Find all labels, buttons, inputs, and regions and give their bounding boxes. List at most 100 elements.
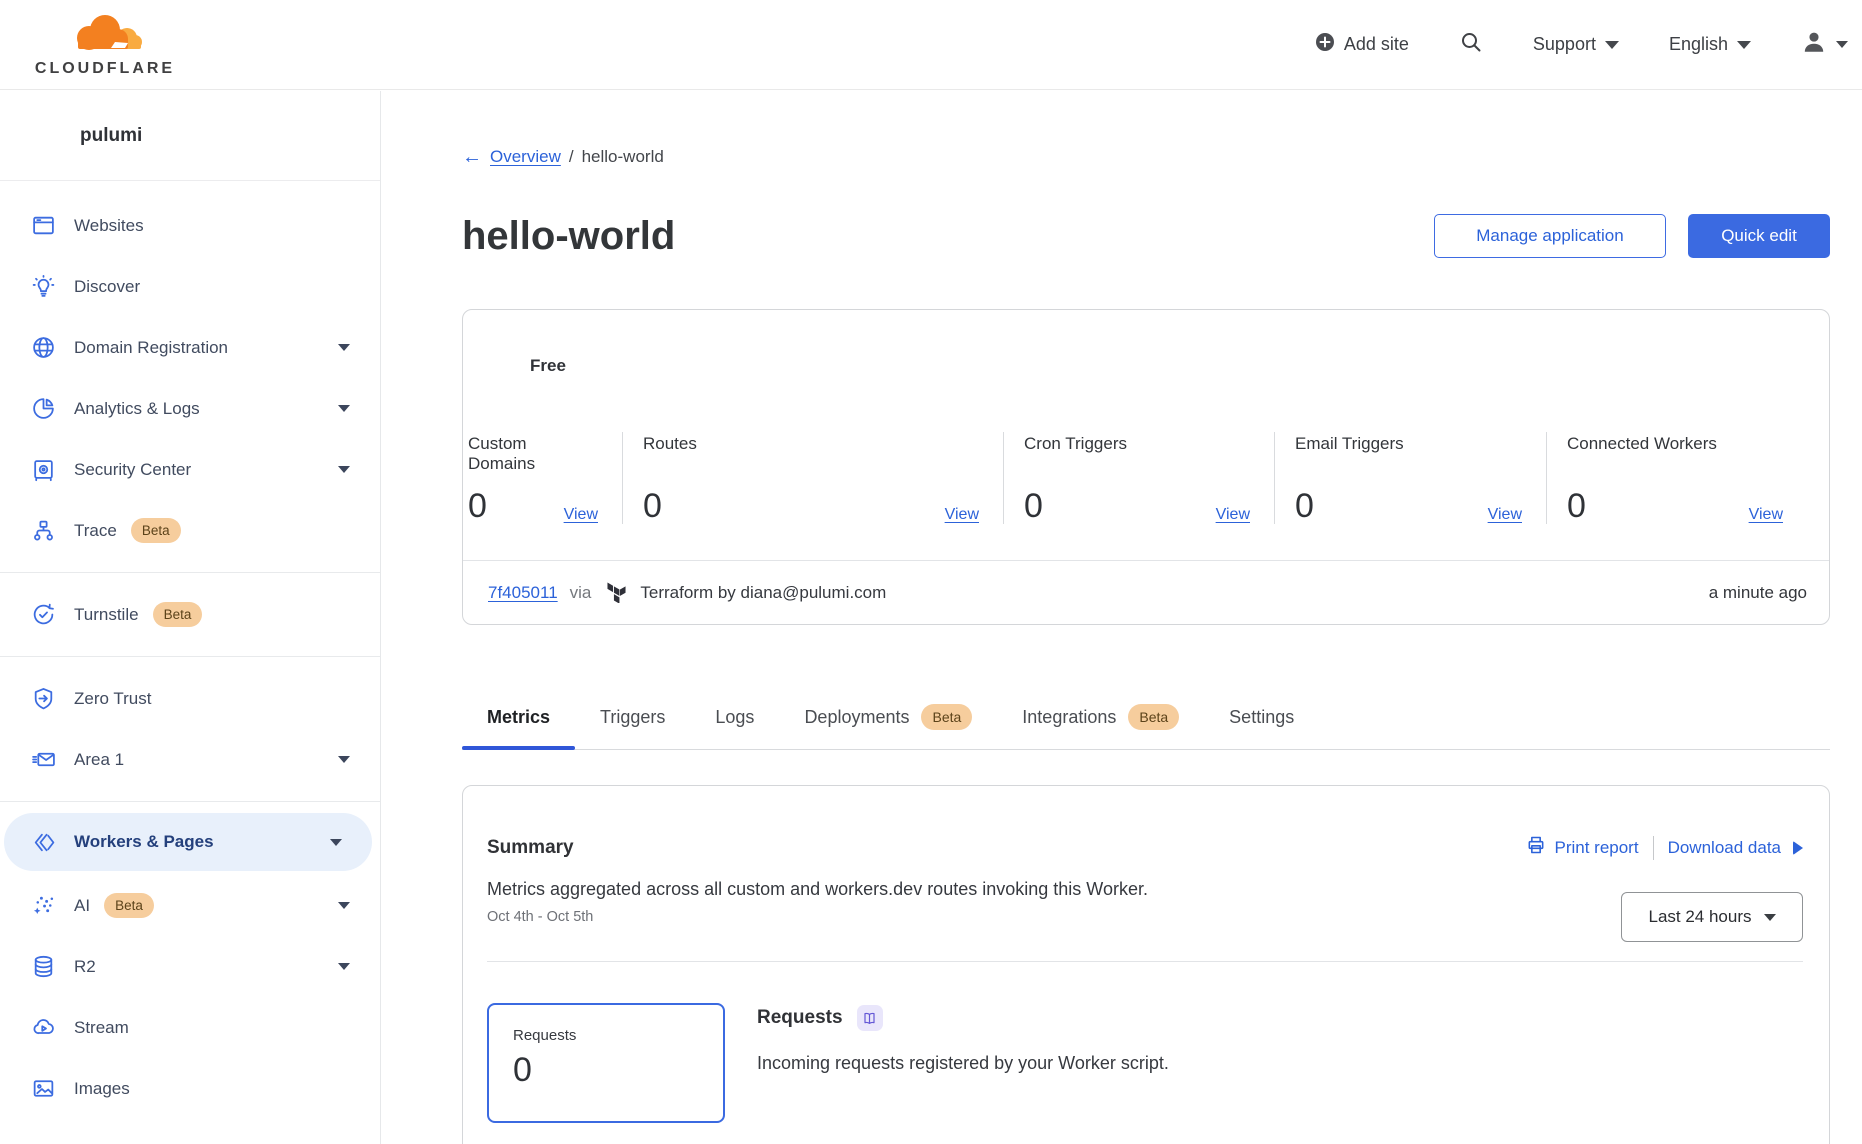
manage-application-button[interactable]: Manage application [1434,214,1666,258]
counter-cron-triggers: Cron Triggers 0 View [1003,432,1274,524]
pie-chart-icon [30,396,56,422]
counter-value: 0 [643,488,662,524]
sidebar-item-label: Security Center [74,460,191,480]
sidebar-item-analytics-logs[interactable]: Analytics & Logs [0,378,380,439]
time-range-select[interactable]: Last 24 hours [1621,892,1803,942]
breadcrumb-separator: / [569,147,574,167]
sidebar-item-label: Domain Registration [74,338,228,358]
sidebar-item-ai[interactable]: AI Beta [0,875,380,936]
view-link[interactable]: View [945,506,979,524]
account-menu[interactable] [1801,29,1848,60]
beta-badge: Beta [921,704,972,730]
terraform-icon [607,582,626,603]
summary-description: Metrics aggregated across all custom and… [487,879,1803,900]
chevron-down-icon [338,756,350,763]
view-link[interactable]: View [1216,506,1250,524]
sidebar-item-domain-registration[interactable]: Domain Registration [0,317,380,378]
sidebar-item-label: Stream [74,1018,129,1038]
sidebar-item-label: Analytics & Logs [74,399,200,419]
deployment-tool-by: Terraform by diana@pulumi.com [640,583,886,603]
sidebar-divider [0,801,380,802]
workers-icon [30,829,56,855]
sidebar: pulumi Websites Discover Domain Registra… [0,91,381,1144]
counter-label: Cron Triggers [1024,434,1250,454]
deployment-id-link[interactable]: 7f405011 [488,583,558,603]
requests-description: Incoming requests registered by your Wor… [757,1053,1169,1074]
search-button[interactable] [1459,30,1483,59]
requests-detail: Requests Incoming requests registered by… [757,1003,1169,1123]
view-link[interactable]: View [1749,506,1783,524]
sidebar-item-label: Images [74,1079,130,1099]
summary-header-row: Summary Print report [487,835,1803,860]
back-arrow-icon: ← [462,149,482,166]
sidebar-item-r2[interactable]: R2 [0,936,380,997]
cloudflare-dashboard: CLOUDFLARE Add site [0,0,1862,1144]
user-icon [1801,29,1827,60]
sidebar-item-security-center[interactable]: Security Center [0,439,380,500]
sidebar-divider [0,572,380,573]
vertical-divider [1653,836,1654,860]
chevron-right-icon [1793,841,1803,855]
chevron-down-icon [338,902,350,909]
tab-label: Integrations [1022,707,1116,728]
refresh-check-icon [30,602,56,628]
summary-heading: Summary [487,837,574,859]
tab-logs[interactable]: Logs [690,696,779,749]
view-link[interactable]: View [1488,506,1522,524]
sidebar-item-zero-trust[interactable]: Zero Trust [0,668,380,729]
sidebar-item-label: Discover [74,277,140,297]
tab-label: Settings [1229,707,1294,728]
language-menu[interactable]: English [1669,34,1751,55]
tab-metrics[interactable]: Metrics [462,696,575,749]
printer-icon [1526,835,1546,860]
account-name[interactable]: pulumi [0,91,380,181]
requests-stat-box[interactable]: Requests 0 [487,1003,725,1123]
sidebar-item-images[interactable]: Images [0,1058,380,1119]
counter-custom-domains: Custom Domains 0 View [468,432,622,524]
cloudflare-logo[interactable]: CLOUDFLARE [26,12,184,78]
sidebar-item-label: Trace [74,521,117,541]
counter-label: Email Triggers [1295,434,1522,454]
stat-value: 0 [513,1051,723,1090]
language-label: English [1669,34,1728,55]
sidebar-item-trace[interactable]: Trace Beta [0,500,380,561]
sidebar-item-turnstile[interactable]: Turnstile Beta [0,584,380,645]
sidebar-item-stream[interactable]: Stream [0,997,380,1058]
breadcrumb-overview-link[interactable]: Overview [490,147,561,167]
sidebar-item-area-1[interactable]: Area 1 [0,729,380,790]
quick-edit-button[interactable]: Quick edit [1688,214,1830,258]
chevron-down-icon [338,466,350,473]
chevron-down-icon [1836,41,1848,48]
sidebar-nav: Websites Discover Domain Registration [0,181,380,1119]
plan-name: Free [463,310,1829,376]
chevron-down-icon [1737,41,1751,49]
globe-icon [30,335,56,361]
sidebar-item-discover[interactable]: Discover [0,256,380,317]
tab-deployments[interactable]: Deployments Beta [779,696,997,749]
support-menu[interactable]: Support [1533,34,1619,55]
plus-circle-icon [1315,32,1335,57]
support-label: Support [1533,34,1596,55]
chevron-down-icon [338,405,350,412]
print-report-button[interactable]: Print report [1526,835,1638,860]
view-link[interactable]: View [564,506,598,524]
chevron-down-icon [1605,41,1619,49]
sidebar-item-workers-pages[interactable]: Workers & Pages [4,813,372,871]
counter-routes: Routes 0 View [622,432,1003,524]
deployment-time: a minute ago [1709,583,1807,603]
sidebar-item-websites[interactable]: Websites [0,195,380,256]
download-data-button[interactable]: Download data [1668,838,1803,858]
requests-heading: Requests [757,1007,843,1029]
shield-arrow-icon [30,686,56,712]
docs-icon[interactable] [857,1005,883,1031]
chevron-down-icon [330,839,342,846]
tab-integrations[interactable]: Integrations Beta [997,696,1204,749]
counter-label: Custom Domains [468,434,598,474]
summary-card: Summary Print report [462,785,1830,1144]
breadcrumb: ← Overview / hello-world [462,147,1830,167]
add-site-button[interactable]: Add site [1315,32,1409,57]
tab-settings[interactable]: Settings [1204,696,1319,749]
lightbulb-icon [30,274,56,300]
tab-triggers[interactable]: Triggers [575,696,690,749]
sidebar-divider [0,656,380,657]
